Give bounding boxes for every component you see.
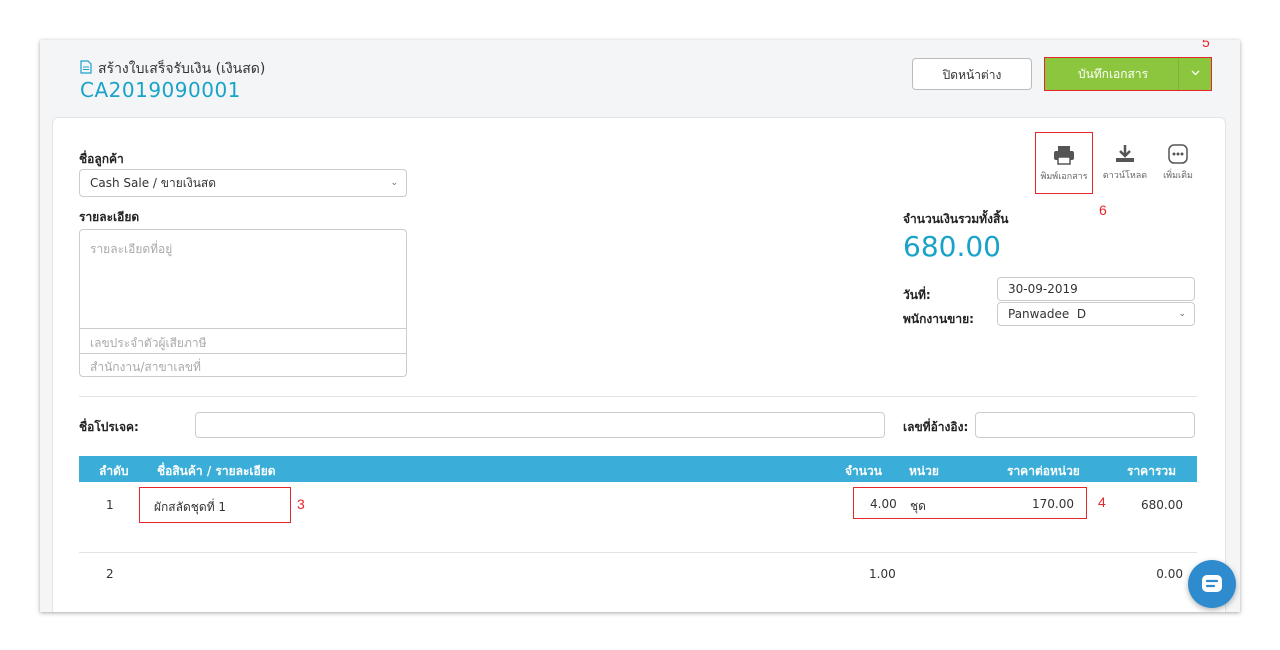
row-total: 680.00 (1141, 498, 1183, 512)
total-amount: 680.00 (903, 230, 1001, 263)
row-name: ผักสลัดชุดที่ 1 (154, 500, 227, 514)
download-label: ดาวน์โหลด (1102, 171, 1148, 181)
save-button-label: บันทึกเอกสาร (1077, 67, 1149, 81)
callout-4: 4 (1098, 494, 1106, 510)
callout-6: 6 (1099, 202, 1107, 218)
address-textarea[interactable]: รายละเอียดที่อยู่ (80, 230, 406, 328)
date-label: วันที่: (903, 288, 931, 302)
row-qty[interactable]: 1.00 (869, 567, 896, 581)
document-icon (80, 60, 92, 74)
col-header-qty: จำนวน (845, 464, 882, 478)
save-document-button[interactable]: บันทึกเอกสาร (1044, 57, 1212, 91)
app-window: สร้างใบเสร็จรับเงิน (เงินสด) CA201909000… (40, 40, 1240, 612)
more-icon (1168, 144, 1188, 164)
document-number: CA2019090001 (80, 78, 241, 102)
section-divider (79, 396, 1197, 397)
project-name-input[interactable] (195, 412, 885, 438)
print-icon (1054, 146, 1074, 165)
more-label: เพิ่มเติม (1163, 171, 1193, 181)
download-icon (1116, 145, 1134, 162)
col-header-unit: หน่วย (909, 464, 939, 478)
tax-id-field[interactable]: เลขประจำตัวผู้เสียภาษี (80, 329, 406, 353)
chevron-down-icon (1191, 70, 1199, 76)
row-no: 1 (106, 498, 114, 512)
chat-widget-button[interactable] (1188, 560, 1236, 608)
customer-select[interactable]: Cash Sale / ขายเงินสด ⌄ (79, 169, 407, 197)
table-row: 1 ผักสลัดชุดที่ 1 3 4.00 ชุด 170.00 4 68… (79, 482, 1197, 552)
col-header-total: ราคารวม (1127, 464, 1177, 478)
table-row: 2 1.00 0.00 (79, 553, 1197, 612)
customer-selected-value: Cash Sale / ขายเงินสด (90, 176, 217, 190)
chat-icon (1202, 575, 1222, 592)
form-card: ชื่อลูกค้า Cash Sale / ขายเงินสด ⌄ รายละ… (52, 117, 1226, 612)
row-price: 170.00 (1032, 497, 1074, 511)
close-window-button[interactable]: ปิดหน้าต่าง (912, 58, 1032, 90)
reference-label: เลขที่อ้างอิง: (903, 420, 969, 434)
salesperson-label: พนักงานขาย: (903, 312, 974, 326)
qty-price-fields[interactable]: 4.00 ชุด 170.00 (853, 487, 1087, 519)
col-header-name: ชื่อสินค้า / รายละเอียด (157, 464, 276, 478)
save-options-dropdown[interactable] (1178, 58, 1211, 90)
callout-5: 5 (1202, 40, 1210, 50)
project-label: ชื่อโปรเจค: (79, 420, 139, 434)
page-subtitle: สร้างใบเสร็จรับเงิน (เงินสด) (98, 61, 266, 77)
details-label: รายละเอียด (79, 210, 140, 224)
row-qty: 4.00 (870, 497, 897, 511)
reference-number-input[interactable] (975, 412, 1195, 438)
customer-label: ชื่อลูกค้า (79, 152, 124, 166)
chevron-down-icon: ⌄ (1178, 309, 1186, 319)
salesperson-value: Panwadee D (1008, 307, 1087, 321)
tax-id-placeholder: เลขประจำตัวผู้เสียภาษี (90, 336, 207, 350)
chevron-down-icon: ⌄ (390, 178, 398, 188)
col-header-price: ราคาต่อหน่วย (1007, 464, 1080, 478)
branch-placeholder: สำนักงาน/สาขาเลขที่ (90, 360, 201, 374)
row-total: 0.00 (1156, 567, 1183, 581)
address-group: รายละเอียดที่อยู่ เลขประจำตัวผู้เสียภาษี… (79, 229, 407, 377)
download-button[interactable]: ดาวน์โหลด (1095, 144, 1155, 182)
branch-field[interactable]: สำนักงาน/สาขาเลขที่ (80, 354, 406, 376)
product-name-field[interactable]: ผักสลัดชุดที่ 1 (139, 487, 291, 523)
print-document-button[interactable]: พิมพ์เอกสาร (1035, 132, 1093, 194)
row-no: 2 (106, 567, 114, 581)
col-header-no: ลำดับ (99, 464, 129, 478)
total-label: จำนวนเงินรวมทั้งสิ้น (903, 212, 1009, 226)
row-unit: ชุด (910, 499, 926, 513)
date-input[interactable]: 30-09-2019 (997, 277, 1195, 301)
print-label: พิมพ์เอกสาร (1040, 172, 1088, 182)
table-header: ลำดับ ชื่อสินค้า / รายละเอียด จำนวน หน่ว… (79, 456, 1197, 482)
callout-3: 3 (297, 496, 305, 512)
address-placeholder: รายละเอียดที่อยู่ (90, 242, 173, 256)
salesperson-select[interactable]: Panwadee D ⌄ (997, 302, 1195, 326)
more-options-button[interactable]: เพิ่มเติม (1155, 144, 1201, 182)
